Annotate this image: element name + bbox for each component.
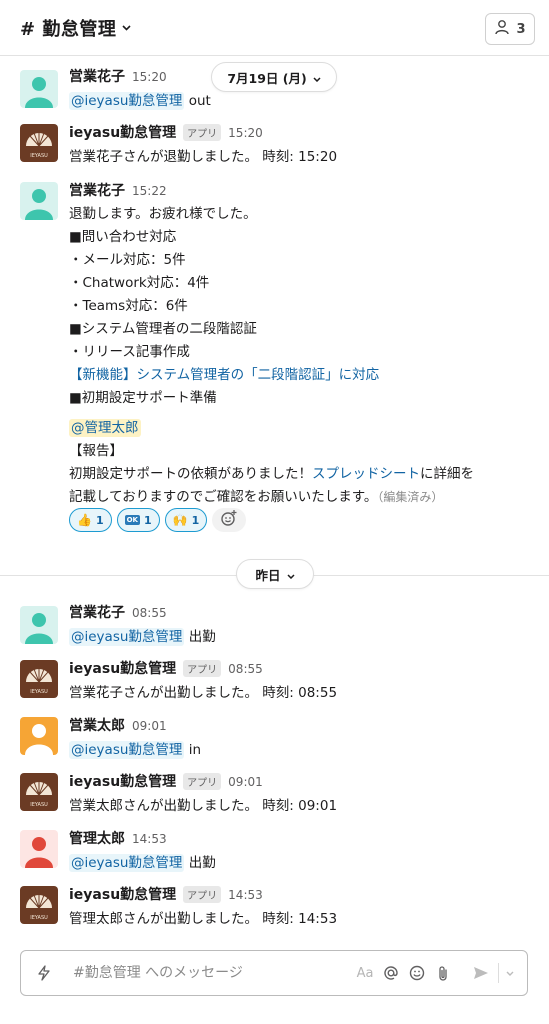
timestamp[interactable]: 14:53 (132, 832, 167, 846)
sender-name[interactable]: 管理太郎 (69, 828, 125, 848)
spreadsheet-link[interactable]: スプレッドシート (312, 466, 420, 482)
date-label: 7月19日 (月) (227, 70, 307, 86)
timestamp[interactable]: 15:22 (132, 184, 167, 198)
attachment-paperclip-icon[interactable] (430, 965, 456, 982)
mention-at-icon[interactable] (378, 965, 404, 981)
sender-name[interactable]: 営業花子 (69, 66, 125, 86)
message-line: 退勤します。お疲れ様でした。 (69, 206, 257, 222)
app-badge: アプリ (183, 660, 222, 677)
channel-name: # 勤怠管理 (20, 18, 117, 40)
message-line: ■問い合わせ対応 (69, 229, 177, 245)
channel-title-button[interactable]: # 勤怠管理 (20, 15, 131, 41)
members-button[interactable]: 3 (485, 13, 535, 45)
avatar[interactable] (20, 606, 58, 644)
message-line: 記載しておりますのでご確認をお願いいたします。（編集済み） (69, 489, 444, 505)
message-line: ■システム管理者の二段階認証 (69, 321, 257, 337)
timestamp[interactable]: 08:55 (228, 662, 263, 676)
message-line: ・リリース記事作成 (69, 344, 190, 360)
app-badge: アプリ (183, 886, 222, 903)
message-input[interactable] (73, 965, 352, 981)
avatar[interactable] (20, 717, 58, 755)
add-emoji-icon (220, 509, 238, 531)
message-text: 営業太郎さんが出勤しました。 時刻: 09:01 (69, 798, 338, 814)
mention[interactable]: @ieyasu勤怠管理 (69, 92, 185, 110)
send-icon[interactable] (468, 966, 494, 980)
message-line: ・Chatwork対応：4件 (69, 275, 210, 291)
mention[interactable]: @ieyasu勤怠管理 (69, 741, 185, 759)
reaction-raised-hands[interactable]: 🙌 1 (164, 508, 208, 532)
user-mention[interactable]: @管理太郎 (69, 419, 141, 437)
message-line: @管理太郎 (69, 416, 141, 437)
svg-text:IEYASU: IEYASU (30, 153, 48, 159)
message-text: @ieyasu勤怠管理 in (69, 741, 202, 759)
reaction-thumbs-up[interactable]: 👍 1 (69, 508, 112, 532)
message-line: ・メール対応：5件 (69, 252, 186, 268)
sender-name[interactable]: ieyasu勤怠管理 (69, 658, 176, 678)
date-divider-button[interactable]: 昨日 (236, 559, 314, 589)
mention[interactable]: @ieyasu勤怠管理 (69, 854, 185, 872)
message-text: @ieyasu勤怠管理 out (69, 92, 211, 110)
channel-header: # 勤怠管理 3 (0, 0, 549, 56)
date-divider-button[interactable]: 7月19日 (月) (211, 62, 337, 92)
mention[interactable]: @ieyasu勤怠管理 (69, 628, 185, 646)
message-text: @ieyasu勤怠管理 出勤 (69, 854, 216, 872)
timestamp[interactable]: 14:53 (228, 888, 263, 902)
avatar[interactable] (20, 182, 58, 220)
message-text: 営業花子さんが出勤しました。 時刻: 08:55 (69, 685, 338, 701)
bot-avatar[interactable]: IEYASU (20, 660, 58, 698)
raised-hands-icon: 🙌 (172, 513, 188, 527)
avatar[interactable] (20, 70, 58, 108)
reaction-ok[interactable]: OK 1 (116, 508, 160, 532)
timestamp[interactable]: 08:55 (132, 606, 167, 620)
send-options-chevron-icon[interactable] (503, 971, 517, 976)
timestamp[interactable]: 15:20 (132, 70, 167, 84)
thumbs-up-icon: 👍 (77, 513, 92, 527)
sender-name[interactable]: 営業花子 (69, 602, 125, 622)
person-icon (494, 19, 510, 39)
add-reaction-button[interactable] (212, 508, 247, 532)
sender-name[interactable]: ieyasu勤怠管理 (69, 884, 176, 904)
bot-avatar[interactable]: IEYASU (20, 773, 58, 811)
svg-text:IEYASU: IEYASU (30, 689, 48, 695)
message-line: ・Teams対応：6件 (69, 298, 188, 314)
format-text-button[interactable]: Aa (352, 966, 378, 981)
message-list: 7月19日 (月) 営業花子 15:20 @ieyasu勤怠管理 out IEY… (0, 56, 549, 936)
emoji-icon[interactable] (404, 965, 430, 981)
shortcuts-lightning-icon[interactable] (31, 965, 57, 981)
timestamp[interactable]: 09:01 (132, 719, 167, 733)
sender-name[interactable]: ieyasu勤怠管理 (69, 771, 176, 791)
bot-avatar[interactable]: IEYASU (20, 124, 58, 162)
report-heading: 【報告】 (69, 443, 123, 459)
message-line: 初期設定サポートの依頼がありました！スプレッドシートに詳細を (69, 466, 474, 482)
divider (498, 963, 499, 983)
chevron-down-icon (286, 567, 295, 582)
edited-label: （編集済み） (377, 490, 444, 504)
message-text: 営業花子さんが退勤しました。 時刻: 15:20 (69, 149, 338, 165)
chevron-down-icon (122, 21, 131, 34)
message-text: @ieyasu勤怠管理 出勤 (69, 628, 216, 646)
member-count: 3 (516, 21, 526, 37)
ok-icon: OK (124, 515, 140, 525)
sender-name[interactable]: 営業花子 (69, 180, 125, 200)
message-text: 管理太郎さんが出勤しました。 時刻: 14:53 (69, 911, 338, 927)
release-link[interactable]: 【新機能】システム管理者の「二段階認証」に対応 (69, 363, 379, 383)
svg-text:IEYASU: IEYASU (30, 915, 48, 921)
reactions-bar: 👍 1 OK 1 🙌 1 (69, 508, 247, 532)
app-badge: アプリ (183, 124, 222, 141)
message-composer: Aa (20, 950, 528, 996)
date-label: 昨日 (255, 567, 281, 583)
bot-avatar[interactable]: IEYASU (20, 886, 58, 924)
sender-name[interactable]: ieyasu勤怠管理 (69, 122, 176, 142)
sender-name[interactable]: 営業太郎 (69, 715, 125, 735)
message-line: ■初期設定サポート準備 (69, 390, 217, 406)
chevron-down-icon (313, 70, 321, 85)
timestamp[interactable]: 09:01 (228, 775, 263, 789)
timestamp[interactable]: 15:20 (228, 126, 263, 140)
svg-text:IEYASU: IEYASU (30, 802, 48, 808)
avatar[interactable] (20, 830, 58, 868)
app-badge: アプリ (183, 773, 222, 790)
